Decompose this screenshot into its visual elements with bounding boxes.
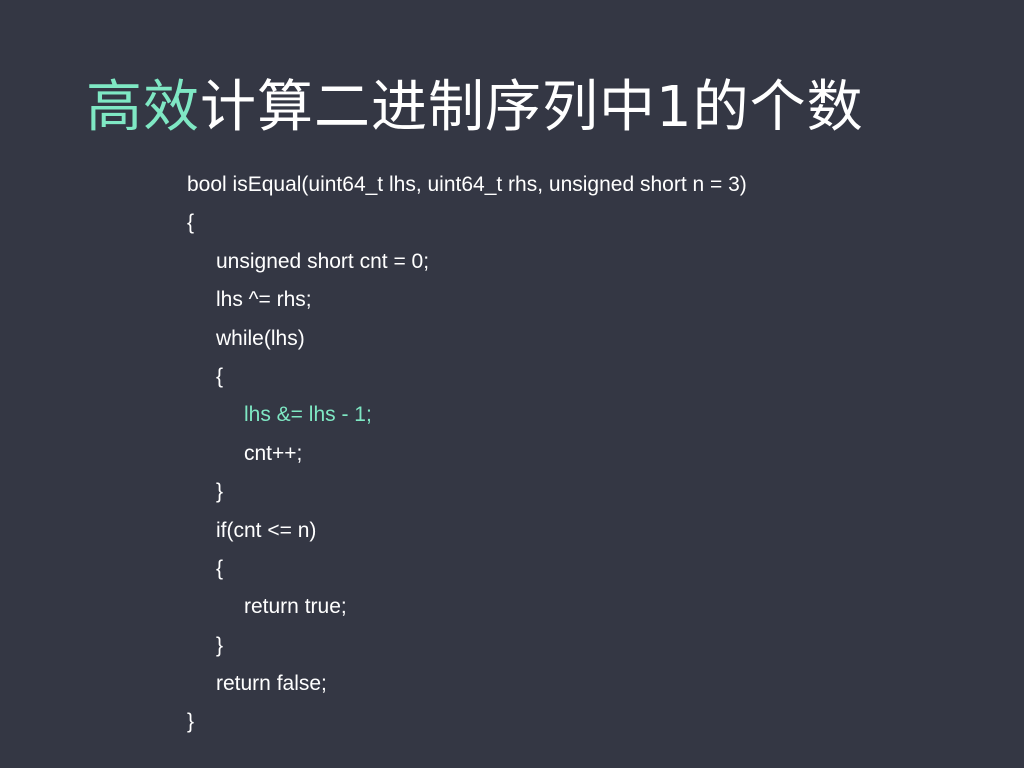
title-highlight: 高效 (86, 75, 200, 140)
code-line: unsigned short cnt = 0; (216, 249, 430, 273)
code-line: bool isEqual(uint64_t lhs, uint64_t rhs,… (187, 173, 747, 196)
code-line: if(cnt <= n) (216, 518, 317, 542)
code-line: return false; (216, 672, 327, 696)
code-line: } (216, 480, 224, 504)
code-line: cnt++; (244, 441, 303, 465)
code-line: { (187, 211, 195, 235)
slide: 高效计算二进制序列中1的个数 bool isEqual(uint64_t lhs… (0, 0, 1024, 768)
code-line: } (187, 710, 195, 734)
code-line: { (216, 556, 224, 580)
code-line: return true; (244, 595, 347, 619)
code-line-highlighted: lhs &= lhs - 1; (244, 403, 372, 427)
code-block: bool isEqual(uint64_t lhs, uint64_t rhs,… (187, 166, 747, 742)
slide-title: 高效计算二进制序列中1的个数 (86, 70, 864, 146)
code-line: } (216, 633, 224, 657)
code-line: lhs ^= rhs; (216, 288, 312, 312)
code-line: { (216, 364, 224, 388)
title-rest: 计算二进制序列中1的个数 (200, 75, 864, 140)
code-line: while(lhs) (216, 326, 305, 350)
